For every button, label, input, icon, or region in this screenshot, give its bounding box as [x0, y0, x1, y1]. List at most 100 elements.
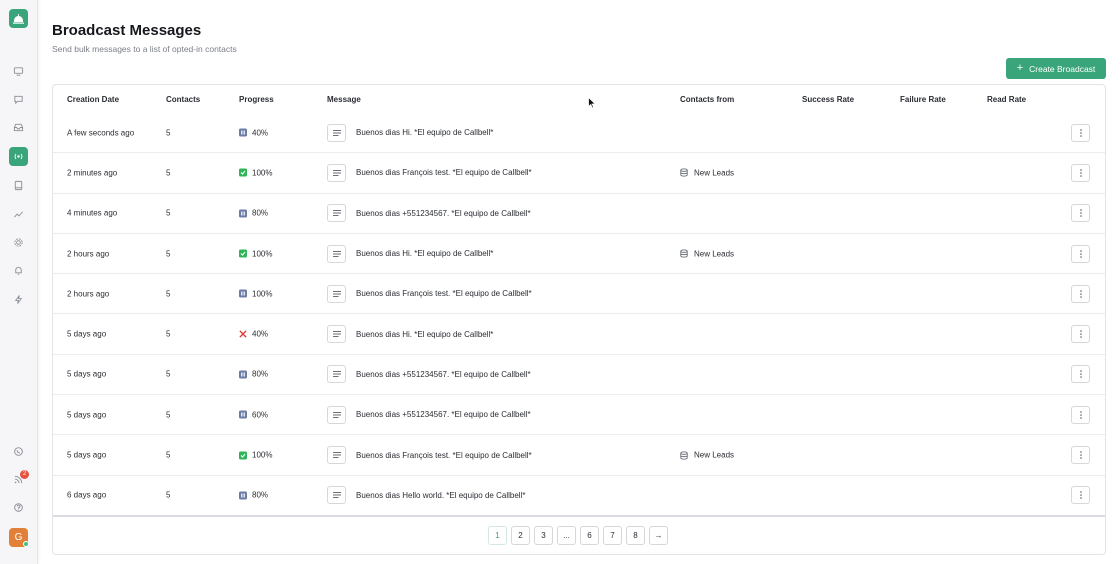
view-message-button[interactable]: [327, 163, 346, 182]
progress: 100%: [239, 451, 272, 460]
contacts-from-label: New Leads: [694, 168, 735, 178]
whatsapp-icon[interactable]: [9, 442, 28, 461]
page-button-1[interactable]: 1: [488, 526, 507, 545]
next-page-button[interactable]: →: [649, 526, 668, 545]
message-text: Buenos dias François test. *El equipo de…: [356, 450, 532, 460]
page-subtitle: Send bulk messages to a list of opted-in…: [52, 44, 237, 54]
table-row[interactable]: 5 days ago 5 60% Buenos dias +551234567. *E…: [53, 395, 1105, 436]
progress: 80%: [239, 491, 268, 500]
column-header: Failure Rate: [900, 95, 946, 104]
create-broadcast-label: Create Broadcast: [1029, 63, 1096, 74]
contacts-count: 5: [166, 289, 171, 299]
creation-date: 6 days ago: [67, 490, 107, 500]
column-header: Success Rate: [802, 95, 855, 104]
view-message-button[interactable]: [327, 365, 346, 384]
kebab-icon: [1079, 410, 1082, 419]
row-actions-button[interactable]: [1071, 284, 1090, 303]
table-row[interactable]: 4 minutes ago 5 80% Buenos dias +551234567.…: [53, 194, 1105, 234]
row-actions-button[interactable]: [1071, 405, 1090, 424]
help-icon[interactable]: [9, 498, 28, 517]
table-row[interactable]: 5 days ago 5 100% Buenos dias François test…: [53, 435, 1105, 476]
view-message-button[interactable]: [327, 284, 346, 303]
bell-icon[interactable]: [9, 261, 28, 280]
sidebar: 2 G: [0, 0, 38, 564]
row-actions-button[interactable]: [1071, 365, 1090, 384]
plus-icon: +: [1016, 62, 1024, 74]
chat-icon[interactable]: [9, 90, 28, 109]
mouse-cursor-icon: [588, 97, 596, 109]
row-actions-button[interactable]: [1071, 123, 1090, 142]
broadcast-icon[interactable]: [9, 147, 28, 166]
progress-value: 80%: [252, 208, 269, 218]
bolt-icon[interactable]: [9, 290, 28, 309]
kebab-icon: [1079, 209, 1082, 218]
pagination-ellipsis: ...: [557, 526, 576, 545]
row-actions-button[interactable]: [1071, 204, 1090, 223]
contacts-count: 5: [166, 490, 171, 500]
create-broadcast-button[interactable]: + Create Broadcast: [1006, 58, 1106, 79]
view-message-button[interactable]: [327, 244, 346, 263]
progress-value: 100%: [252, 450, 273, 460]
row-actions-button[interactable]: [1071, 163, 1090, 182]
page-button-3[interactable]: 3: [534, 526, 553, 545]
table-row[interactable]: 5 days ago 5 40% Buenos dias Hi. *El equipo…: [53, 315, 1105, 355]
row-actions-button[interactable]: [1071, 486, 1090, 505]
message: Buenos dias François test. *El equipo de…: [327, 446, 532, 465]
kebab-icon: [1079, 249, 1082, 258]
column-header: Progress: [239, 95, 274, 104]
view-message-button[interactable]: [327, 446, 346, 465]
contacts-count: 5: [166, 168, 171, 178]
page-title: Broadcast Messages: [52, 22, 202, 39]
page-button-2[interactable]: 2: [511, 526, 530, 545]
database-icon: [680, 451, 688, 460]
kebab-icon: [1079, 330, 1082, 338]
monitor-icon[interactable]: [9, 62, 28, 81]
contacts-from: New Leads: [680, 451, 734, 460]
callbell-logo-icon[interactable]: [9, 9, 28, 28]
table-row[interactable]: 6 days ago 5 80% Buenos dias Hello world. *…: [53, 476, 1105, 516]
paused-status-icon: [239, 209, 247, 218]
table-row[interactable]: 5 days ago 5 80% Buenos dias +551234567. *E…: [53, 355, 1105, 396]
trend-icon[interactable]: [9, 205, 28, 224]
message-text: Buenos dias +551234567. *El equipo de Ca…: [356, 208, 531, 218]
page-button-6[interactable]: 6: [580, 526, 599, 545]
inbox-icon[interactable]: [9, 118, 28, 137]
progress-value: 60%: [252, 410, 269, 420]
page-button-7[interactable]: 7: [603, 526, 622, 545]
row-actions-button[interactable]: [1071, 446, 1090, 465]
page-button-8[interactable]: 8: [626, 526, 645, 545]
progress: 40%: [239, 128, 268, 137]
progress: 100%: [239, 249, 272, 258]
table-row[interactable]: A few seconds ago 5 40% Buenos dias Hi. *El…: [53, 113, 1105, 154]
creation-date: 5 days ago: [67, 369, 107, 379]
gear-icon[interactable]: [9, 233, 28, 252]
view-message-button[interactable]: [327, 325, 346, 344]
creation-date: A few seconds ago: [67, 128, 135, 138]
view-message-button[interactable]: [327, 405, 346, 424]
row-actions-button[interactable]: [1071, 325, 1090, 344]
contacts-from-label: New Leads: [694, 450, 735, 460]
book-icon[interactable]: [9, 176, 28, 195]
view-message-button[interactable]: [327, 486, 346, 505]
table-row[interactable]: 2 minutes ago 5 100% Buenos dias François t…: [53, 153, 1105, 194]
table-row[interactable]: 2 hours ago 5 100% Buenos dias Hi. *El equi…: [53, 234, 1105, 275]
view-message-button[interactable]: [327, 204, 346, 223]
message: Buenos dias Hello world. *El equipo de C…: [327, 486, 525, 505]
database-icon: [680, 249, 688, 258]
column-header: Read Rate: [987, 95, 1027, 104]
progress-value: 100%: [252, 289, 273, 299]
message-text: Buenos dias +551234567. *El equipo de Ca…: [356, 410, 531, 420]
paused-status-icon: [239, 410, 247, 419]
contacts-from: New Leads: [680, 168, 734, 177]
kebab-icon: [1079, 169, 1082, 177]
table-row[interactable]: 2 hours ago 5 100% Buenos dias François tes…: [53, 274, 1105, 315]
database-icon: [680, 168, 688, 177]
view-message-button[interactable]: [327, 123, 346, 142]
row-actions-button[interactable]: [1071, 244, 1090, 263]
kebab-icon: [1079, 491, 1082, 500]
message: Buenos dias +551234567. *El equipo de Ca…: [327, 204, 531, 223]
paused-status-icon: [239, 370, 247, 379]
column-header: Contacts from: [680, 95, 735, 104]
column-header: Message: [327, 95, 361, 104]
kebab-icon: [1079, 128, 1082, 137]
